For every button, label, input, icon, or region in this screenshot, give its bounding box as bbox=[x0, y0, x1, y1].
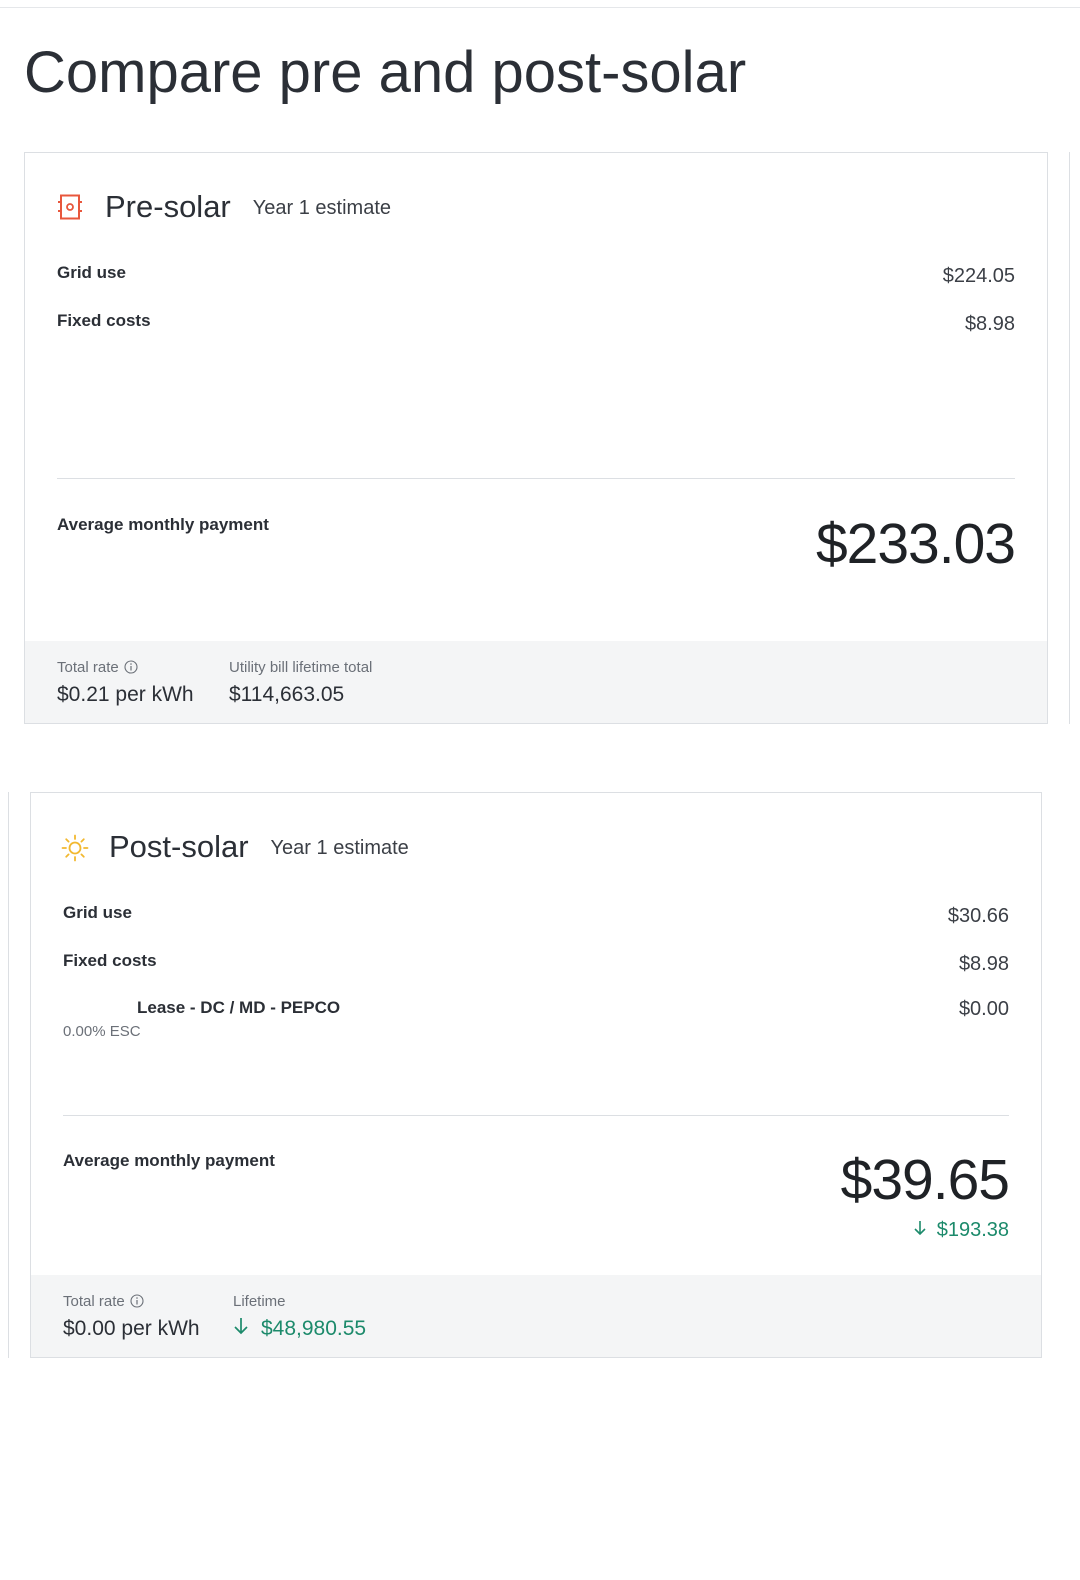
post-solar-card: Post-solar Year 1 estimate Grid use $30.… bbox=[30, 792, 1042, 1358]
lease-value: $0.00 bbox=[958, 998, 1009, 1020]
fixed-costs-value: $8.98 bbox=[964, 313, 1015, 335]
lifetime-value: $48,980.55 bbox=[261, 1317, 367, 1340]
avg-monthly-label: Average monthly payment bbox=[57, 515, 269, 534]
arrow-down-icon bbox=[233, 1317, 249, 1341]
utility-meter-icon bbox=[57, 194, 83, 220]
grid-use-value: $30.66 bbox=[947, 905, 1009, 927]
avg-monthly-value: $233.03 bbox=[815, 512, 1016, 576]
total-rate-label: Total rate bbox=[63, 1292, 125, 1310]
page-title: Compare pre and post-solar bbox=[24, 40, 747, 105]
arrow-down-icon bbox=[913, 1219, 927, 1242]
post-solar-subtitle: Year 1 estimate bbox=[270, 837, 409, 859]
pre-solar-title: Pre-solar bbox=[105, 189, 231, 224]
grid-use-row: Grid use $224.05 bbox=[57, 263, 1015, 291]
fixed-costs-row: Fixed costs $8.98 bbox=[63, 951, 1009, 979]
summary-divider bbox=[57, 478, 1015, 479]
info-icon[interactable] bbox=[124, 660, 138, 674]
lifetime-total-label: Utility bill lifetime total bbox=[229, 658, 373, 676]
lease-esc: 0.00% ESC bbox=[63, 1023, 141, 1040]
adjacent-card-edge bbox=[8, 792, 9, 1358]
total-rate-value: $0.21 per kWh bbox=[57, 683, 194, 706]
post-solar-header: Post-solar Year 1 estimate bbox=[61, 827, 409, 867]
avg-monthly-savings: $193.38 bbox=[913, 1219, 1009, 1242]
total-rate-label: Total rate bbox=[57, 658, 119, 676]
lifetime-block: Lifetime $48,980.55 bbox=[233, 1291, 366, 1341]
total-rate-block: Total rate $0.21 per kWh bbox=[57, 657, 194, 707]
total-rate-block: Total rate $0.00 per kWh bbox=[63, 1291, 200, 1341]
avg-monthly-label: Average monthly payment bbox=[63, 1151, 275, 1170]
lifetime-label: Lifetime bbox=[233, 1292, 286, 1310]
lifetime-total-block: Utility bill lifetime total $114,663.05 bbox=[229, 657, 372, 707]
lease-label: Lease - DC / MD - PEPCO bbox=[137, 998, 341, 1017]
info-icon[interactable] bbox=[130, 1294, 144, 1308]
pre-solar-footer: Total rate $0.21 per kWh Utility bill li… bbox=[25, 641, 1047, 723]
avg-monthly-savings-value: $193.38 bbox=[936, 1219, 1009, 1241]
fixed-costs-label: Fixed costs bbox=[57, 311, 151, 330]
lifetime-savings: $48,980.55 bbox=[233, 1317, 366, 1341]
summary-divider bbox=[63, 1115, 1009, 1116]
top-divider bbox=[0, 7, 1080, 8]
post-solar-title: Post-solar bbox=[109, 829, 249, 864]
fixed-costs-value: $8.98 bbox=[958, 953, 1009, 975]
fixed-costs-label: Fixed costs bbox=[63, 951, 157, 970]
total-rate-value: $0.00 per kWh bbox=[63, 1317, 200, 1340]
grid-use-row: Grid use $30.66 bbox=[63, 903, 1009, 931]
pre-solar-header: Pre-solar Year 1 estimate bbox=[57, 187, 391, 227]
grid-use-value: $224.05 bbox=[942, 265, 1015, 287]
lifetime-total-value: $114,663.05 bbox=[229, 683, 345, 706]
sun-icon bbox=[61, 834, 89, 862]
fixed-costs-row: Fixed costs $8.98 bbox=[57, 311, 1015, 339]
grid-use-label: Grid use bbox=[57, 263, 126, 282]
adjacent-card-edge bbox=[1069, 152, 1070, 724]
pre-solar-subtitle: Year 1 estimate bbox=[252, 197, 391, 219]
grid-use-label: Grid use bbox=[63, 903, 132, 922]
pre-solar-card: Pre-solar Year 1 estimate Grid use $224.… bbox=[24, 152, 1048, 724]
avg-monthly-value: $39.65 bbox=[840, 1148, 1010, 1212]
post-solar-footer: Total rate $0.00 per kWh Lifetime $48,98… bbox=[31, 1275, 1041, 1357]
